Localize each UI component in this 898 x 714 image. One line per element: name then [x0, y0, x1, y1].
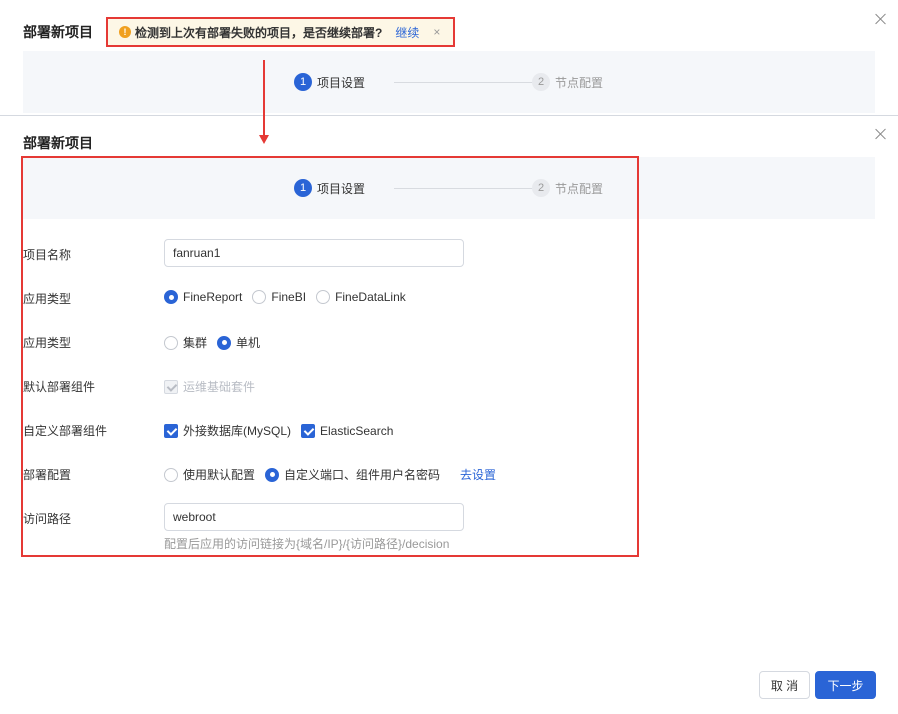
option-label: 单机: [236, 336, 261, 350]
resume-deploy-alert: ! 检测到上次有部署失败的项目，是否继续部署? 继续 ×: [106, 17, 455, 47]
option-label: 使用默认配置: [183, 468, 256, 482]
radio-finebi[interactable]: [252, 290, 267, 304]
alert-message: 检测到上次有部署失败的项目，是否继续部署?: [135, 25, 383, 40]
step-number: 2: [532, 73, 550, 91]
project-name-input[interactable]: [164, 239, 464, 267]
option-label: 运维基础套件: [183, 380, 256, 394]
annotation-arrow-head: [259, 135, 269, 144]
app-type-radio-group: FineReport FineBI FineDataLink: [164, 290, 416, 304]
deploy-config-radio-group: 使用默认配置 自定义端口、组件用户名密码 去设置: [164, 466, 496, 483]
access-path-label: 访问路径: [23, 512, 72, 526]
default-components-group: 运维基础套件: [164, 378, 265, 395]
background-dialog: 部署新项目 ! 检测到上次有部署失败的项目，是否继续部署? 继续 × 1 项目设…: [0, 0, 898, 116]
option-label: FineReport: [183, 290, 243, 304]
step-project-settings: 1 项目设置: [294, 73, 365, 91]
custom-components-label: 自定义部署组件: [23, 424, 108, 438]
checkbox-mysql[interactable]: [164, 423, 178, 438]
radio-finereport[interactable]: [164, 290, 178, 304]
cancel-button[interactable]: 取 消: [759, 671, 810, 699]
dialog-title: 部署新项目: [23, 24, 93, 40]
step-label: 项目设置: [317, 75, 366, 90]
deploy-type-radio-group: 集群 单机: [164, 334, 270, 351]
project-name-label: 项目名称: [23, 248, 72, 262]
next-step-button[interactable]: 下一步: [815, 671, 876, 699]
default-components-label: 默认部署组件: [23, 380, 96, 394]
continue-link[interactable]: 继续: [395, 24, 419, 41]
option-label: ElasticSearch: [320, 423, 394, 438]
steps-bar: 1 项目设置 2 节点配置: [23, 51, 875, 113]
radio-finedatalink[interactable]: [316, 290, 331, 304]
highlight-frame: [21, 156, 639, 557]
step-node-config: 2 节点配置: [532, 73, 603, 91]
exclamation-icon: !: [119, 26, 131, 38]
dismiss-alert-icon[interactable]: ×: [433, 25, 440, 39]
radio-custom-config[interactable]: [265, 467, 280, 482]
radio-default-config[interactable]: [164, 467, 178, 482]
close-icon[interactable]: [875, 128, 887, 140]
step-label: 节点配置: [555, 75, 604, 90]
access-path-input[interactable]: [164, 503, 464, 531]
step-connector: [394, 82, 547, 83]
annotation-arrow-line: [263, 60, 265, 136]
radio-cluster[interactable]: [164, 335, 178, 350]
option-label: FineBI: [271, 290, 307, 304]
option-label: 自定义端口、组件用户名密码: [284, 468, 441, 482]
deploy-config-label: 部署配置: [23, 468, 72, 482]
option-label: 外接数据库(MySQL): [183, 424, 292, 438]
custom-components-group: 外接数据库(MySQL) ElasticSearch: [164, 422, 403, 439]
checkbox-ops-suite: [164, 379, 178, 394]
step-number: 1: [294, 73, 312, 91]
dialog-title: 部署新项目: [23, 135, 93, 151]
close-icon[interactable]: [875, 13, 887, 25]
go-settings-link[interactable]: 去设置: [460, 466, 496, 483]
deploy-type-label: 应用类型: [23, 336, 72, 350]
app-type-label: 应用类型: [23, 292, 72, 306]
option-label: 集群: [183, 336, 208, 350]
radio-standalone[interactable]: [217, 335, 232, 350]
option-label: FineDataLink: [335, 290, 406, 304]
checkbox-elasticsearch[interactable]: [301, 423, 316, 438]
access-path-hint: 配置后应用的访问链接为{域名/IP}/{访问路径}/decision: [164, 537, 450, 551]
